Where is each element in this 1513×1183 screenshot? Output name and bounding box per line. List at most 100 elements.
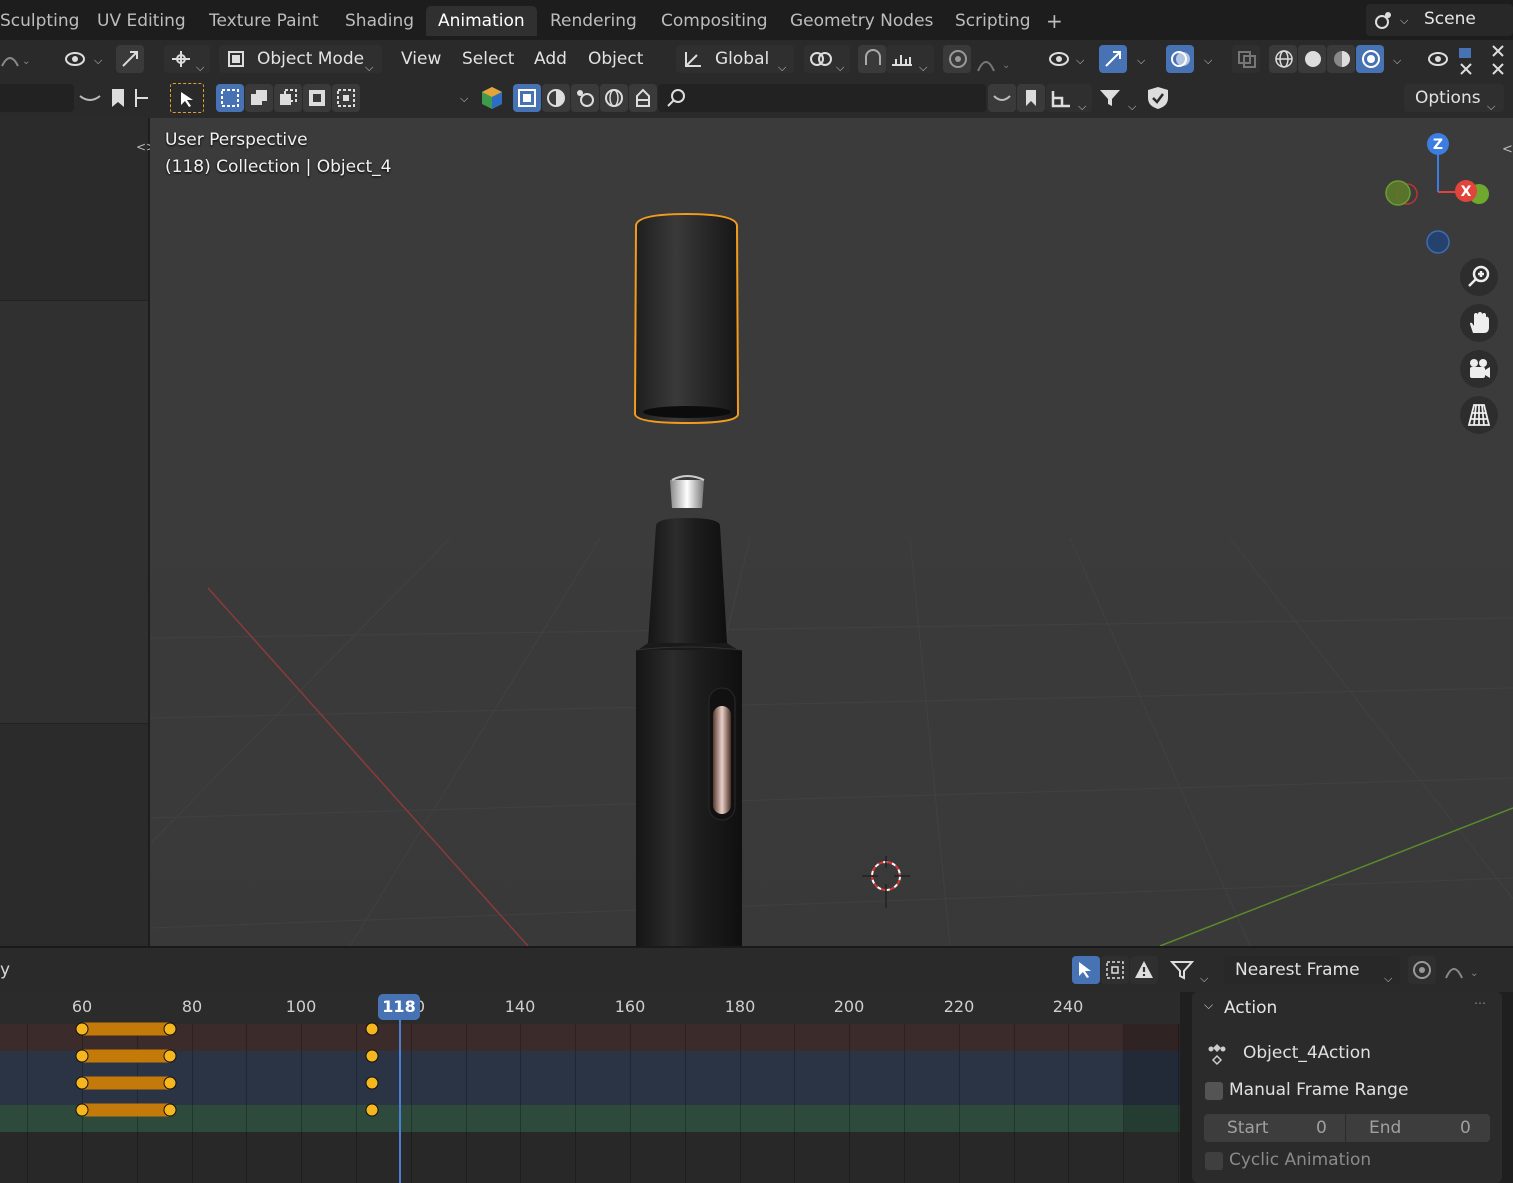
- tab-uv-editing[interactable]: UV Editing: [85, 6, 198, 36]
- tab-animation[interactable]: Animation: [426, 6, 537, 36]
- tab-sculpting[interactable]: Sculpting: [0, 6, 91, 36]
- material-preview-icon[interactable]: [1327, 45, 1355, 73]
- cyclic-animation-checkbox[interactable]: [1205, 1152, 1223, 1170]
- filter-other-icon[interactable]: [629, 84, 657, 112]
- gizmo-toggle-icon[interactable]: [116, 45, 144, 73]
- pan-hand-icon[interactable]: [1460, 304, 1498, 342]
- menu-select[interactable]: Select: [462, 45, 514, 73]
- window-controls[interactable]: [1455, 44, 1511, 76]
- filter-selected-icon[interactable]: [513, 84, 541, 112]
- filter-dropdown[interactable]: ⌵: [1096, 84, 1142, 113]
- grid-line: [575, 1024, 576, 1183]
- svg-text:Z: Z: [1433, 137, 1443, 153]
- keyframe[interactable]: [163, 1022, 177, 1036]
- box-select-icon[interactable]: [1101, 956, 1129, 984]
- keyframe[interactable]: [75, 1076, 89, 1090]
- tab-rendering[interactable]: Rendering: [538, 6, 649, 36]
- rendered-shading-icon[interactable]: [1356, 45, 1384, 73]
- snap-target-dropdown[interactable]: ⌵: [886, 45, 934, 74]
- keyframe[interactable]: [75, 1103, 89, 1117]
- manual-frame-range-checkbox[interactable]: [1205, 1082, 1223, 1100]
- object-visibility-icon[interactable]: [1044, 45, 1072, 73]
- action-name[interactable]: Object_4Action: [1243, 1043, 1371, 1063]
- bookmark-icon[interactable]: [1017, 84, 1045, 112]
- overlays-icon[interactable]: [1166, 45, 1194, 73]
- current-frame-badge[interactable]: 118: [378, 994, 420, 1020]
- chevron-down-icon[interactable]: ⌵: [1204, 998, 1213, 1013]
- tab-shading[interactable]: Shading: [333, 6, 426, 36]
- select-invert-icon[interactable]: [303, 84, 331, 112]
- keyframe[interactable]: [365, 1049, 379, 1063]
- keyframe[interactable]: [163, 1049, 177, 1063]
- zoom-icon[interactable]: [1460, 258, 1498, 296]
- visibility-filter-icon[interactable]: [60, 45, 88, 73]
- snap-mode-dropdown[interactable]: Nearest Frame ⌵: [1224, 956, 1400, 985]
- select-tool-icon[interactable]: [170, 83, 204, 113]
- keyframe[interactable]: [365, 1022, 379, 1036]
- select-intersect-icon[interactable]: [332, 84, 360, 112]
- viewport-gizmos-icon[interactable]: [1099, 45, 1127, 73]
- end-frame-field[interactable]: End 0: [1346, 1114, 1490, 1142]
- falloff-icon[interactable]: ⌄: [1444, 960, 1488, 984]
- dopesheet-sidebar: ⌵ Action ⋯ Object_4Action Manual Frame R…: [1180, 992, 1513, 1183]
- shield-icon[interactable]: [1147, 86, 1169, 110]
- object-mode-dropdown[interactable]: Object Mode ⌵: [219, 45, 382, 74]
- scene-selector[interactable]: ⌵ Scene: [1366, 4, 1513, 36]
- falloff-icon[interactable]: ⌄: [0, 48, 40, 72]
- filter-solid-icon[interactable]: [542, 84, 570, 112]
- sidebar-toggle-icon[interactable]: <: [1502, 142, 1513, 157]
- left-header-icons[interactable]: [78, 86, 158, 110]
- select-keys-icon[interactable]: [1072, 956, 1100, 984]
- render-layer-icon[interactable]: [481, 86, 503, 110]
- pivot-dropdown[interactable]: ⌵: [804, 45, 850, 74]
- search-field-left[interactable]: [0, 84, 74, 112]
- keyframe[interactable]: [75, 1049, 89, 1063]
- only-show-selected-icon[interactable]: [988, 84, 1016, 112]
- tab-compositing[interactable]: Compositing: [649, 6, 780, 36]
- select-extend-icon[interactable]: [245, 84, 273, 112]
- 3d-viewport[interactable]: User Perspective (118) Collection | Obje…: [150, 118, 1513, 946]
- options-dropdown[interactable]: Options ⌵: [1404, 84, 1504, 113]
- wireframe-shading-icon[interactable]: [1269, 45, 1297, 73]
- select-subtract-icon[interactable]: [274, 84, 302, 112]
- playhead[interactable]: [399, 1014, 401, 1183]
- search-input[interactable]: [658, 84, 986, 112]
- hide-icon[interactable]: [1423, 45, 1451, 73]
- proportional-falloff-icon[interactable]: ⌄: [976, 53, 1020, 75]
- tab-geometry-nodes[interactable]: Geometry Nodes: [778, 6, 945, 36]
- tab-texture-paint[interactable]: Texture Paint: [197, 6, 331, 36]
- keyframe[interactable]: [163, 1103, 177, 1117]
- frame-tick: 160: [614, 997, 646, 1016]
- drag-handle-icon[interactable]: ⋯: [1474, 996, 1486, 1010]
- filter-dropdown[interactable]: ⌵: [1168, 956, 1216, 985]
- snap-toggle-icon[interactable]: [858, 45, 886, 73]
- keyframe[interactable]: [163, 1076, 177, 1090]
- navigation-gizmo[interactable]: Z X: [1385, 132, 1495, 262]
- panel-title[interactable]: Action: [1224, 998, 1277, 1018]
- add-workspace-icon[interactable]: +: [1034, 6, 1075, 36]
- xray-icon[interactable]: [1232, 45, 1260, 73]
- transform-orientation-dropdown[interactable]: Global ⌵: [676, 45, 794, 74]
- proportional-edit-icon[interactable]: [943, 45, 971, 73]
- filter-world-icon[interactable]: [600, 84, 628, 112]
- dopesheet[interactable]: 60 80 100 0 140 160 180 200 220 240 118: [0, 992, 1180, 1183]
- orthographic-grid-icon[interactable]: [1460, 396, 1498, 434]
- select-box-new-icon[interactable]: [216, 84, 244, 112]
- editor-type-button[interactable]: ⌵: [164, 45, 210, 74]
- camera-icon[interactable]: [1460, 350, 1498, 388]
- proportional-edit-icon[interactable]: [1408, 956, 1436, 984]
- filter-light-icon[interactable]: [571, 84, 599, 112]
- keyframe[interactable]: [75, 1022, 89, 1036]
- sort-dropdown[interactable]: ⌵: [1046, 84, 1092, 113]
- menu-view[interactable]: View: [401, 45, 441, 73]
- solid-shading-icon[interactable]: [1298, 45, 1326, 73]
- keyframe[interactable]: [365, 1076, 379, 1090]
- keyframe[interactable]: [365, 1103, 379, 1117]
- grid-line: [685, 1024, 686, 1183]
- frame-ruler[interactable]: 60 80 100 0 140 160 180 200 220 240: [0, 992, 1180, 1024]
- menu-object[interactable]: Object: [588, 45, 643, 73]
- menu-add[interactable]: Add: [534, 45, 567, 73]
- tab-scripting[interactable]: Scripting: [943, 6, 1043, 36]
- warning-icon[interactable]: [1130, 956, 1158, 984]
- start-frame-field[interactable]: Start 0: [1204, 1114, 1345, 1142]
